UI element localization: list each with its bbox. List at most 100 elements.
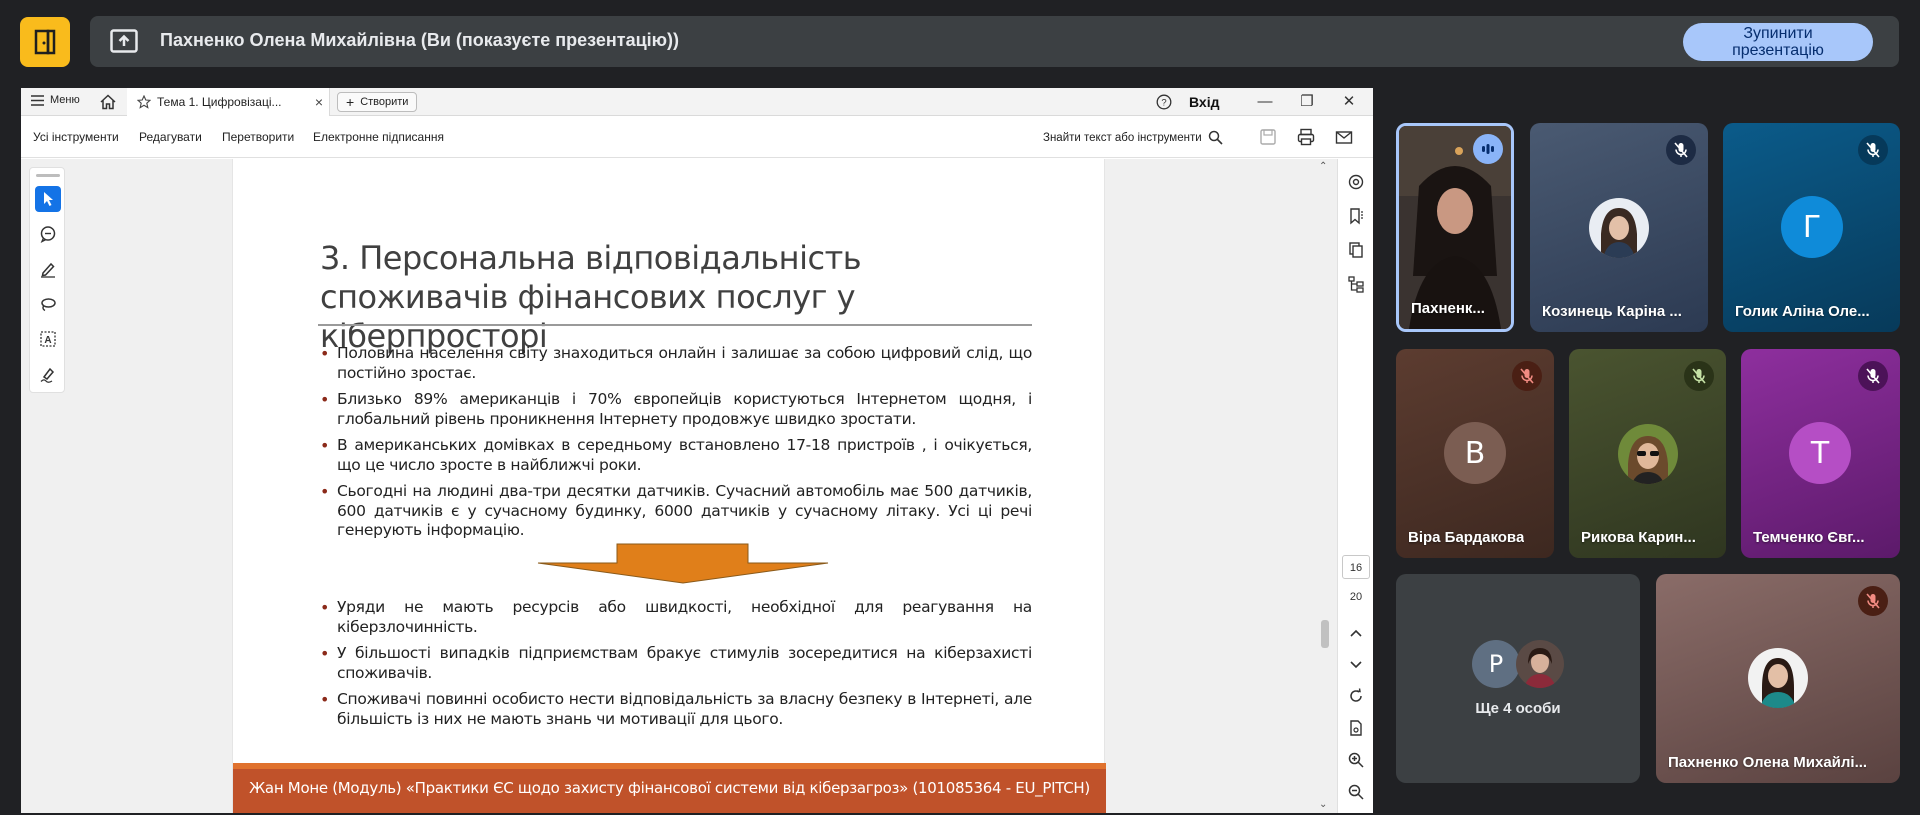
menu-button[interactable]: Меню: [31, 94, 80, 106]
muted-mic-icon: [1666, 135, 1696, 165]
slide-title: 3. Персональна відповідальність споживач…: [320, 239, 862, 355]
restore-window-icon[interactable]: ❐: [1297, 92, 1317, 112]
muted-mic-icon: [1684, 361, 1714, 391]
create-label: Створити: [360, 96, 409, 108]
chevron-up-icon[interactable]: [1347, 625, 1365, 643]
shared-pdf-window: Меню Тема 1. Цифровізаці... × + Створити…: [21, 88, 1373, 813]
create-button[interactable]: + Створити: [337, 92, 418, 112]
right-side-panel: 16 20: [1337, 159, 1373, 813]
meet-logo: [20, 17, 70, 67]
scroll-down-icon[interactable]: ⌄: [1319, 799, 1327, 810]
annotation-toolbar: A: [29, 167, 65, 393]
pdf-page: 3. Персональна відповідальність споживач…: [232, 159, 1106, 813]
current-page-number[interactable]: 16: [1342, 555, 1370, 579]
help-icon[interactable]: ?: [1156, 94, 1172, 110]
home-icon[interactable]: [99, 93, 117, 111]
email-icon[interactable]: [1334, 127, 1354, 147]
avatar: [1618, 424, 1678, 484]
ai-assistant-icon[interactable]: [1347, 173, 1365, 191]
list-item: У більшості випадків підприємствам браку…: [320, 644, 1032, 683]
pdf-body: A 3. Персональна відповідальність спожив…: [21, 159, 1373, 813]
plus-icon: +: [346, 94, 355, 110]
participant-name: Віра Бардакова: [1408, 529, 1525, 546]
participant-name: Козинець Каріна ...: [1542, 303, 1682, 320]
document-settings-icon[interactable]: [1347, 719, 1365, 737]
toolbar-esign[interactable]: Електронне підписання: [313, 130, 444, 144]
participant-tile[interactable]: Г Голик Аліна Оле...: [1723, 123, 1900, 332]
zoom-out-icon[interactable]: [1347, 783, 1365, 801]
bullet-list-top: Половина населення світу знаходиться онл…: [320, 344, 1032, 548]
comment-icon: [40, 226, 56, 243]
participant-tile[interactable]: Козинець Каріна ...: [1530, 123, 1708, 332]
scroll-up-icon[interactable]: ⌃: [1319, 161, 1327, 172]
meet-screen: Пахненко Олена Михайлівна (Ви (показуєте…: [0, 0, 1920, 815]
speaking-indicator: [1473, 134, 1503, 164]
toolbar-grip[interactable]: [36, 174, 60, 177]
cursor-icon: [44, 192, 53, 206]
participant-name: Голик Аліна Оле...: [1735, 303, 1870, 320]
structure-icon[interactable]: [1347, 275, 1365, 293]
participant-tile-presenter[interactable]: Пахненк...: [1396, 123, 1514, 332]
svg-text:A: A: [44, 335, 51, 346]
avatar: Р: [1472, 640, 1520, 688]
list-item: Уряди не мають ресурсів або швидкості, н…: [320, 598, 1032, 637]
stop-presenting-label: Зупинити презентацію: [1732, 25, 1824, 59]
stop-presenting-button[interactable]: Зупинити презентацію: [1683, 23, 1873, 61]
scrollbar-thumb[interactable]: [1321, 620, 1329, 648]
more-participants-tile[interactable]: Р Ще 4 особи: [1396, 574, 1640, 783]
avatar: [1589, 198, 1649, 258]
search-tools[interactable]: Знайти текст або інструменти: [1043, 130, 1223, 145]
text-tool[interactable]: A: [35, 326, 61, 352]
signature-pen-icon: [40, 367, 55, 383]
draw-tool[interactable]: [35, 291, 61, 317]
pen-icon: [41, 262, 55, 278]
avatar: Т: [1789, 422, 1851, 484]
tab-document[interactable]: Тема 1. Цифровізаці... ×: [127, 88, 330, 116]
close-window-icon[interactable]: ✕: [1339, 92, 1359, 112]
participant-tile-self[interactable]: Пахненко Олена Михайлі...: [1656, 574, 1900, 783]
search-icon: [1208, 130, 1223, 145]
sign-in-button[interactable]: Вхід: [1189, 94, 1220, 110]
participant-name: Пахненко Олена Михайлі...: [1668, 754, 1868, 771]
print-icon[interactable]: [1296, 127, 1316, 147]
participant-tile[interactable]: Т Темченко Євг...: [1741, 349, 1900, 558]
bookmark-icon[interactable]: [1347, 207, 1365, 225]
down-arrow-shape: [537, 543, 829, 584]
select-tool[interactable]: [35, 186, 61, 212]
save-icon[interactable]: [1258, 127, 1278, 147]
list-item: В американських домівках в середньому вс…: [320, 436, 1032, 475]
toolbar-edit[interactable]: Редагувати: [139, 130, 202, 144]
avatar: [1516, 640, 1564, 688]
refresh-icon[interactable]: [1347, 687, 1365, 705]
sign-tool[interactable]: [35, 361, 61, 387]
svg-text:?: ?: [1161, 98, 1166, 109]
avatar: [1748, 648, 1808, 708]
close-tab-icon[interactable]: ×: [315, 94, 323, 110]
pages-icon[interactable]: [1347, 241, 1365, 259]
toolbar-convert[interactable]: Перетворити: [222, 130, 294, 144]
participant-name: Рикова Карин...: [1581, 529, 1696, 546]
minimize-window-icon[interactable]: —: [1255, 92, 1275, 112]
text-box-icon: A: [40, 331, 56, 347]
pdf-toolbar: Усі інструменти Редагувати Перетворити Е…: [21, 116, 1373, 158]
list-item: Споживачі повинні особисто нести відпові…: [320, 690, 1032, 729]
participant-tile[interactable]: Рикова Карин...: [1569, 349, 1726, 558]
present-screen-icon: [110, 29, 138, 53]
star-icon[interactable]: [137, 95, 151, 109]
avatar: В: [1444, 422, 1506, 484]
vertical-scrollbar[interactable]: ⌃ ⌄: [1317, 159, 1333, 813]
avatar: Г: [1781, 196, 1843, 258]
chevron-down-icon[interactable]: [1347, 655, 1365, 673]
toolbar-all-tools[interactable]: Усі інструменти: [33, 130, 119, 144]
bullet-list-bottom: Уряди не мають ресурсів або швидкості, н…: [320, 598, 1032, 736]
footer-text: Жан Моне (Модуль) «Практики ЄС щодо захи…: [249, 779, 1090, 797]
highlight-tool[interactable]: [35, 256, 61, 282]
participant-tile[interactable]: В Віра Бардакова: [1396, 349, 1554, 558]
list-item: Сьогодні на людині два-три десятки датчи…: [320, 482, 1032, 541]
zoom-in-icon[interactable]: [1347, 751, 1365, 769]
comment-tool[interactable]: [35, 221, 61, 247]
pdf-titlebar: Меню Тема 1. Цифровізаці... × + Створити…: [21, 88, 1373, 116]
muted-mic-icon: [1512, 361, 1542, 391]
total-pages: 20: [1349, 591, 1363, 603]
hamburger-icon: [31, 94, 44, 106]
